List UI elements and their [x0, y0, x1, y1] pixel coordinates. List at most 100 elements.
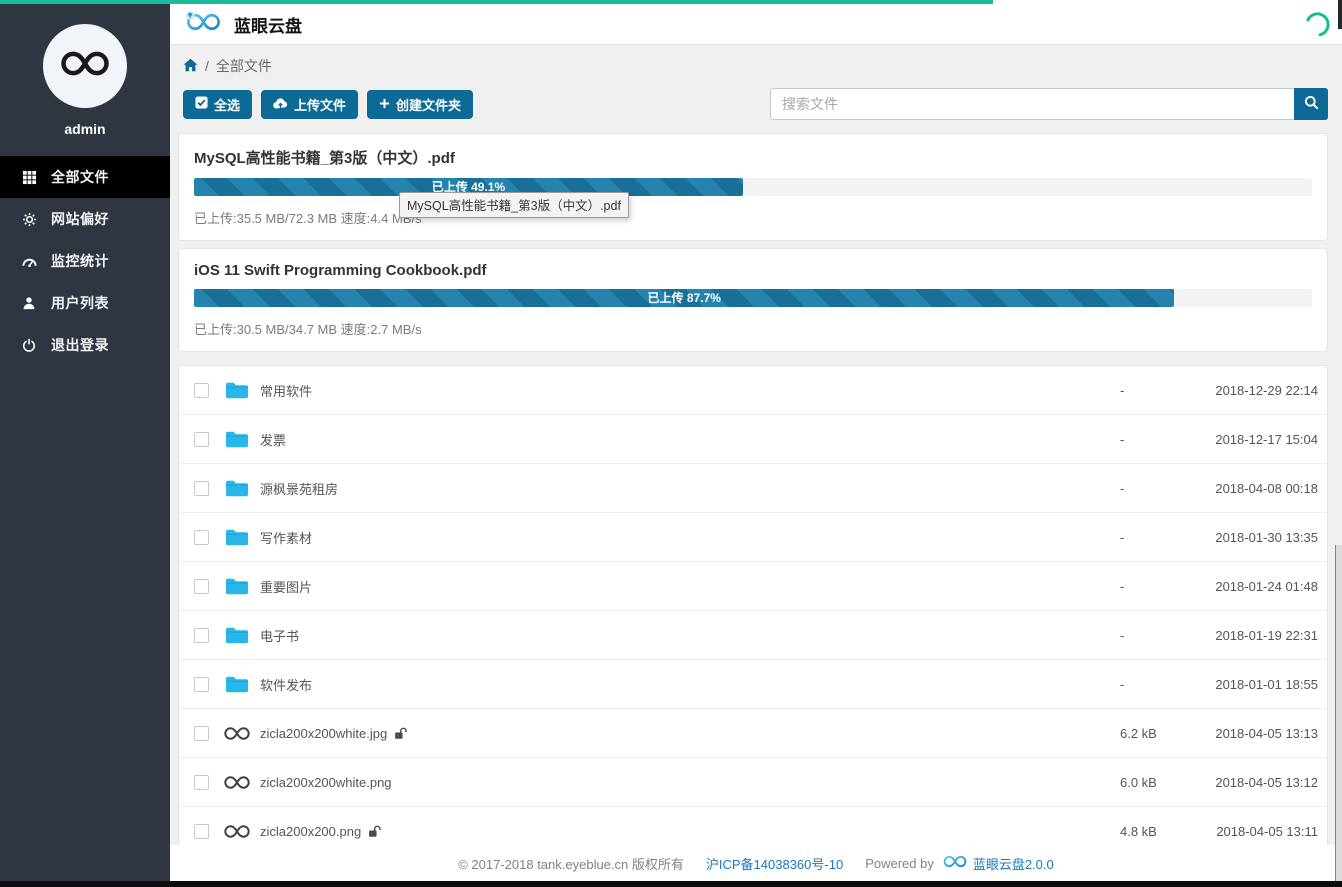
file-row[interactable]: 常用软件 - 2018-12-29 22:14	[179, 366, 1327, 415]
row-checkbox[interactable]	[194, 579, 209, 594]
sidebar-item-site-preference[interactable]: 网站偏好	[0, 198, 170, 240]
row-checkbox[interactable]	[194, 775, 209, 790]
file-name[interactable]: 软件发布	[260, 675, 312, 694]
file-row[interactable]: zicla200x200white.jpg 6.2 kB 2018-04-05 …	[179, 709, 1327, 758]
file-size: 6.2 kB	[1120, 726, 1198, 741]
file-list: 常用软件 - 2018-12-29 22:14 发票 - 2018-12-17 …	[178, 365, 1328, 845]
file-row[interactable]: 发票 - 2018-12-17 15:04	[179, 415, 1327, 464]
file-row[interactable]: 源枫景苑租房 - 2018-04-08 00:18	[179, 464, 1327, 513]
file-row[interactable]: zicla200x200white.png 6.0 kB 2018-04-05 …	[179, 758, 1327, 807]
file-date: 2018-04-08 00:18	[1198, 481, 1318, 496]
app-header: 蓝眼云盘	[170, 4, 1342, 45]
file-size: 6.0 kB	[1120, 775, 1198, 790]
file-row[interactable]: 软件发布 - 2018-01-01 18:55	[179, 660, 1327, 709]
unlock-icon	[368, 825, 382, 838]
file-date: 2018-04-05 13:13	[1198, 726, 1318, 741]
app-brand[interactable]: 蓝眼云盘	[182, 9, 302, 39]
icp-link[interactable]: 沪ICP备14038360号-10	[706, 854, 843, 873]
folder-icon	[222, 528, 252, 547]
sidebar-item-logout[interactable]: 退出登录	[0, 324, 170, 366]
bottom-edge	[0, 881, 1342, 887]
search-button[interactable]	[1294, 88, 1328, 120]
select-all-button[interactable]: 全选	[183, 90, 252, 119]
gear-icon	[21, 212, 37, 227]
folder-icon	[222, 430, 252, 449]
file-name[interactable]: 电子书	[260, 626, 299, 645]
background-window-edge	[1335, 545, 1342, 881]
file-name[interactable]: 常用软件	[260, 381, 312, 400]
folder-icon	[222, 381, 252, 400]
row-checkbox[interactable]	[194, 383, 209, 398]
sidebar-menu: 全部文件 网站偏好 监控统计 用户列表 退出登录	[0, 156, 170, 366]
loading-spinner-icon	[1304, 11, 1331, 43]
sidebar-username: admin	[0, 121, 170, 137]
file-name[interactable]: 源枫景苑租房	[260, 479, 338, 498]
search-box	[770, 88, 1328, 120]
breadcrumb-separator: /	[205, 58, 209, 74]
upload-filename: MySQL高性能书籍_第3版（中文）.pdf	[194, 147, 1312, 168]
file-row[interactable]: 电子书 - 2018-01-19 22:31	[179, 611, 1327, 660]
row-checkbox[interactable]	[194, 824, 209, 839]
file-thumbnail-icon	[222, 823, 252, 840]
upload-section: MySQL高性能书籍_第3版（中文）.pdf 已上传 49.1% MySQL高性…	[178, 133, 1328, 352]
avatar[interactable]	[43, 24, 127, 108]
app: admin 全部文件 网站偏好 监控统计 用户列表 退出登录	[0, 0, 1342, 887]
file-name[interactable]: zicla200x200white.jpg	[260, 726, 387, 741]
file-row[interactable]: 写作素材 - 2018-01-30 13:35	[179, 513, 1327, 562]
file-date: 2018-01-24 01:48	[1198, 579, 1318, 594]
file-row[interactable]: zicla200x200.png 4.8 kB 2018-04-05 13:11	[179, 807, 1327, 845]
file-name[interactable]: zicla200x200white.png	[260, 775, 392, 790]
gauge-icon	[21, 254, 37, 269]
file-date: 2018-04-05 13:11	[1198, 824, 1318, 839]
background-window-corner	[1338, 0, 1342, 29]
power-icon	[21, 338, 37, 352]
upload-progress-bar: 已上传 49.1%	[194, 178, 1312, 196]
row-checkbox[interactable]	[194, 677, 209, 692]
folder-icon	[222, 675, 252, 694]
file-size: -	[1120, 628, 1198, 643]
file-date: 2018-01-01 18:55	[1198, 677, 1318, 692]
content: / 全部文件 全选 上传文件 创建文件夹 MySQL高性能书籍_第3版（中文）.…	[170, 45, 1342, 845]
row-checkbox[interactable]	[194, 432, 209, 447]
row-checkbox[interactable]	[194, 628, 209, 643]
user-icon	[21, 296, 37, 310]
footer: © 2017-2018 tank.eyeblue.cn 版权所有 沪ICP备14…	[170, 845, 1342, 881]
cloud-upload-icon	[273, 97, 288, 112]
sidebar-item-all-files[interactable]: 全部文件	[0, 156, 170, 198]
file-size: 4.8 kB	[1120, 824, 1198, 839]
row-checkbox[interactable]	[194, 726, 209, 741]
search-input[interactable]	[770, 88, 1294, 120]
file-name[interactable]: 重要图片	[260, 577, 312, 596]
footer-copyright: © 2017-2018 tank.eyeblue.cn 版权所有	[458, 854, 684, 873]
file-size: -	[1120, 530, 1198, 545]
sidebar: admin 全部文件 网站偏好 监控统计 用户列表 退出登录	[0, 4, 170, 881]
upload-progress-fill: 已上传 87.7%	[194, 289, 1174, 307]
file-name[interactable]: 发票	[260, 430, 286, 449]
zicla-logo-icon	[56, 46, 114, 86]
file-name[interactable]: zicla200x200.png	[260, 824, 361, 839]
file-name[interactable]: 写作素材	[260, 528, 312, 547]
upload-card: MySQL高性能书籍_第3版（中文）.pdf 已上传 49.1% MySQL高性…	[178, 133, 1328, 241]
file-row[interactable]: 重要图片 - 2018-01-24 01:48	[179, 562, 1327, 611]
version-link[interactable]: 蓝眼云盘2.0.0	[973, 854, 1054, 873]
zicla-logo-icon	[941, 853, 969, 873]
folder-icon	[222, 577, 252, 596]
home-icon[interactable]	[183, 58, 198, 75]
upload-file-button[interactable]: 上传文件	[261, 90, 358, 119]
file-date: 2018-12-29 22:14	[1198, 383, 1318, 398]
page-load-progress-bar	[0, 0, 993, 4]
file-size: -	[1120, 481, 1198, 496]
grid-icon	[21, 170, 37, 185]
upload-progress-label: 已上传 87.7%	[194, 289, 1174, 307]
create-folder-button[interactable]: 创建文件夹	[367, 90, 473, 119]
upload-progress-bar: 已上传 87.7%	[194, 289, 1312, 307]
filename-tooltip: MySQL高性能书籍_第3版（中文）.pdf	[399, 192, 629, 218]
row-checkbox[interactable]	[194, 481, 209, 496]
row-checkbox[interactable]	[194, 530, 209, 545]
sidebar-item-monitor-stats[interactable]: 监控统计	[0, 240, 170, 282]
footer-powered-by: Powered by	[865, 856, 934, 871]
toolbar: 全选 上传文件 创建文件夹	[183, 88, 1328, 120]
sidebar-item-user-list[interactable]: 用户列表	[0, 282, 170, 324]
unlock-icon	[394, 727, 408, 740]
file-date: 2018-12-17 15:04	[1198, 432, 1318, 447]
